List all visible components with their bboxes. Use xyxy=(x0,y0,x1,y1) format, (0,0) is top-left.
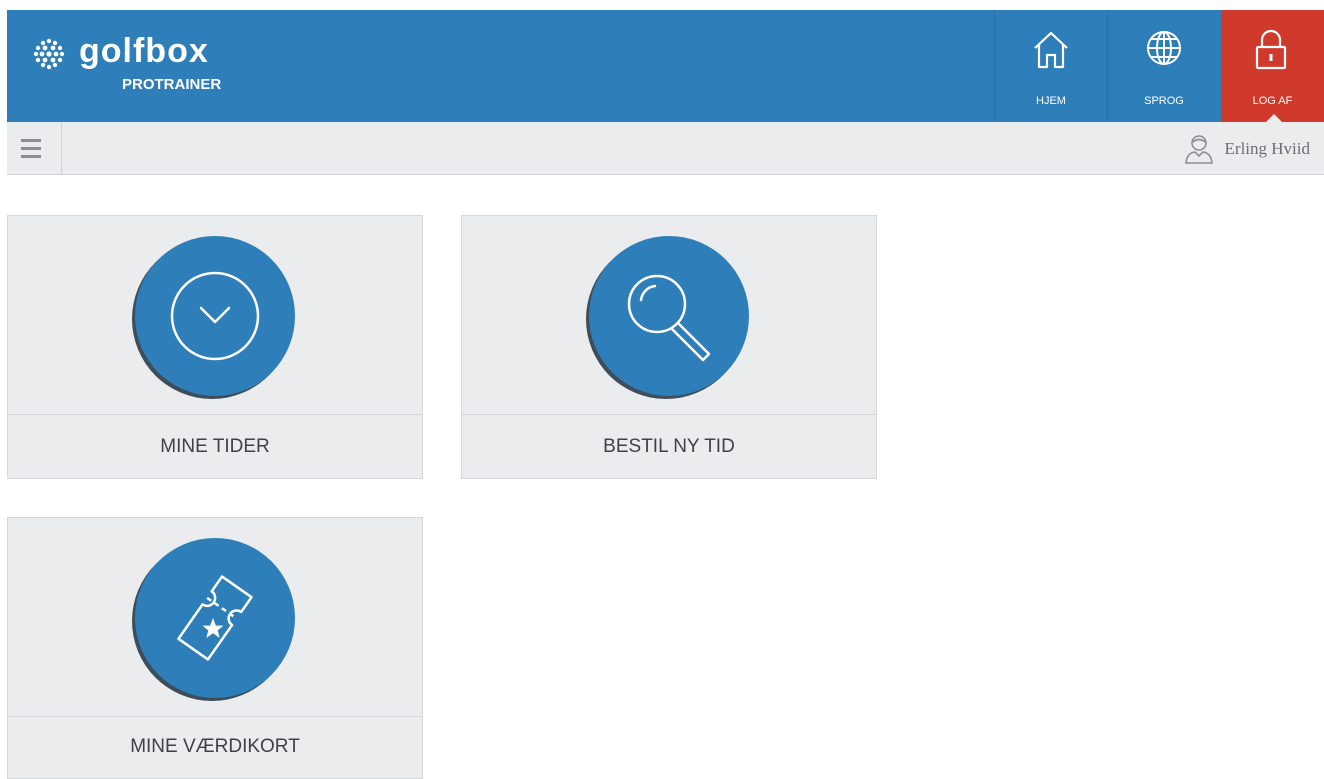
home-icon xyxy=(1034,31,1068,69)
clock-icon xyxy=(170,271,260,361)
nav-logout-label: LOG AF xyxy=(1252,95,1293,107)
tile-label: BESTIL NY TID xyxy=(462,414,876,478)
tile-label: MINE TIDER xyxy=(8,414,422,478)
top-bar: golfbox PROTRAINER HJEM SPROG LOG AF xyxy=(7,10,1324,123)
golfbox-logo[interactable]: golfbox PROTRAINER xyxy=(33,32,293,102)
product-name: PROTRAINER xyxy=(122,76,222,93)
ticket-icon xyxy=(177,575,253,661)
tile-icon-circle xyxy=(135,538,295,698)
tile-bestil-ny-tid[interactable]: BESTIL NY TID xyxy=(461,215,877,479)
user-menu[interactable]: Erling Hviid xyxy=(1183,135,1310,164)
brand-name: golfbox xyxy=(79,32,209,70)
sub-bar: Erling Hviid xyxy=(7,122,1324,175)
user-name: Erling Hviid xyxy=(1224,139,1310,158)
hamburger-icon xyxy=(21,139,41,142)
magnifier-icon xyxy=(627,274,711,362)
golf-ball-icon xyxy=(33,38,65,70)
tile-label: MINE VÆRDIKORT xyxy=(8,716,422,776)
globe-icon xyxy=(1147,31,1181,65)
tile-mine-tider[interactable]: MINE TIDER xyxy=(7,215,423,479)
nav-home-label: HJEM xyxy=(1036,95,1066,107)
padlock-icon xyxy=(1255,29,1287,70)
user-icon xyxy=(1184,135,1213,164)
nav-home-button[interactable]: HJEM xyxy=(994,10,1107,122)
tile-icon-circle xyxy=(135,236,295,396)
nav-language-button[interactable]: SPROG xyxy=(1107,10,1220,122)
nav-language-label: SPROG xyxy=(1144,95,1184,107)
hamburger-menu-button[interactable] xyxy=(7,122,62,175)
tile-mine-vaerdikort[interactable]: MINE VÆRDIKORT xyxy=(7,517,423,779)
tile-icon-circle xyxy=(589,236,749,396)
nav-logout-button[interactable]: LOG AF xyxy=(1221,10,1324,123)
